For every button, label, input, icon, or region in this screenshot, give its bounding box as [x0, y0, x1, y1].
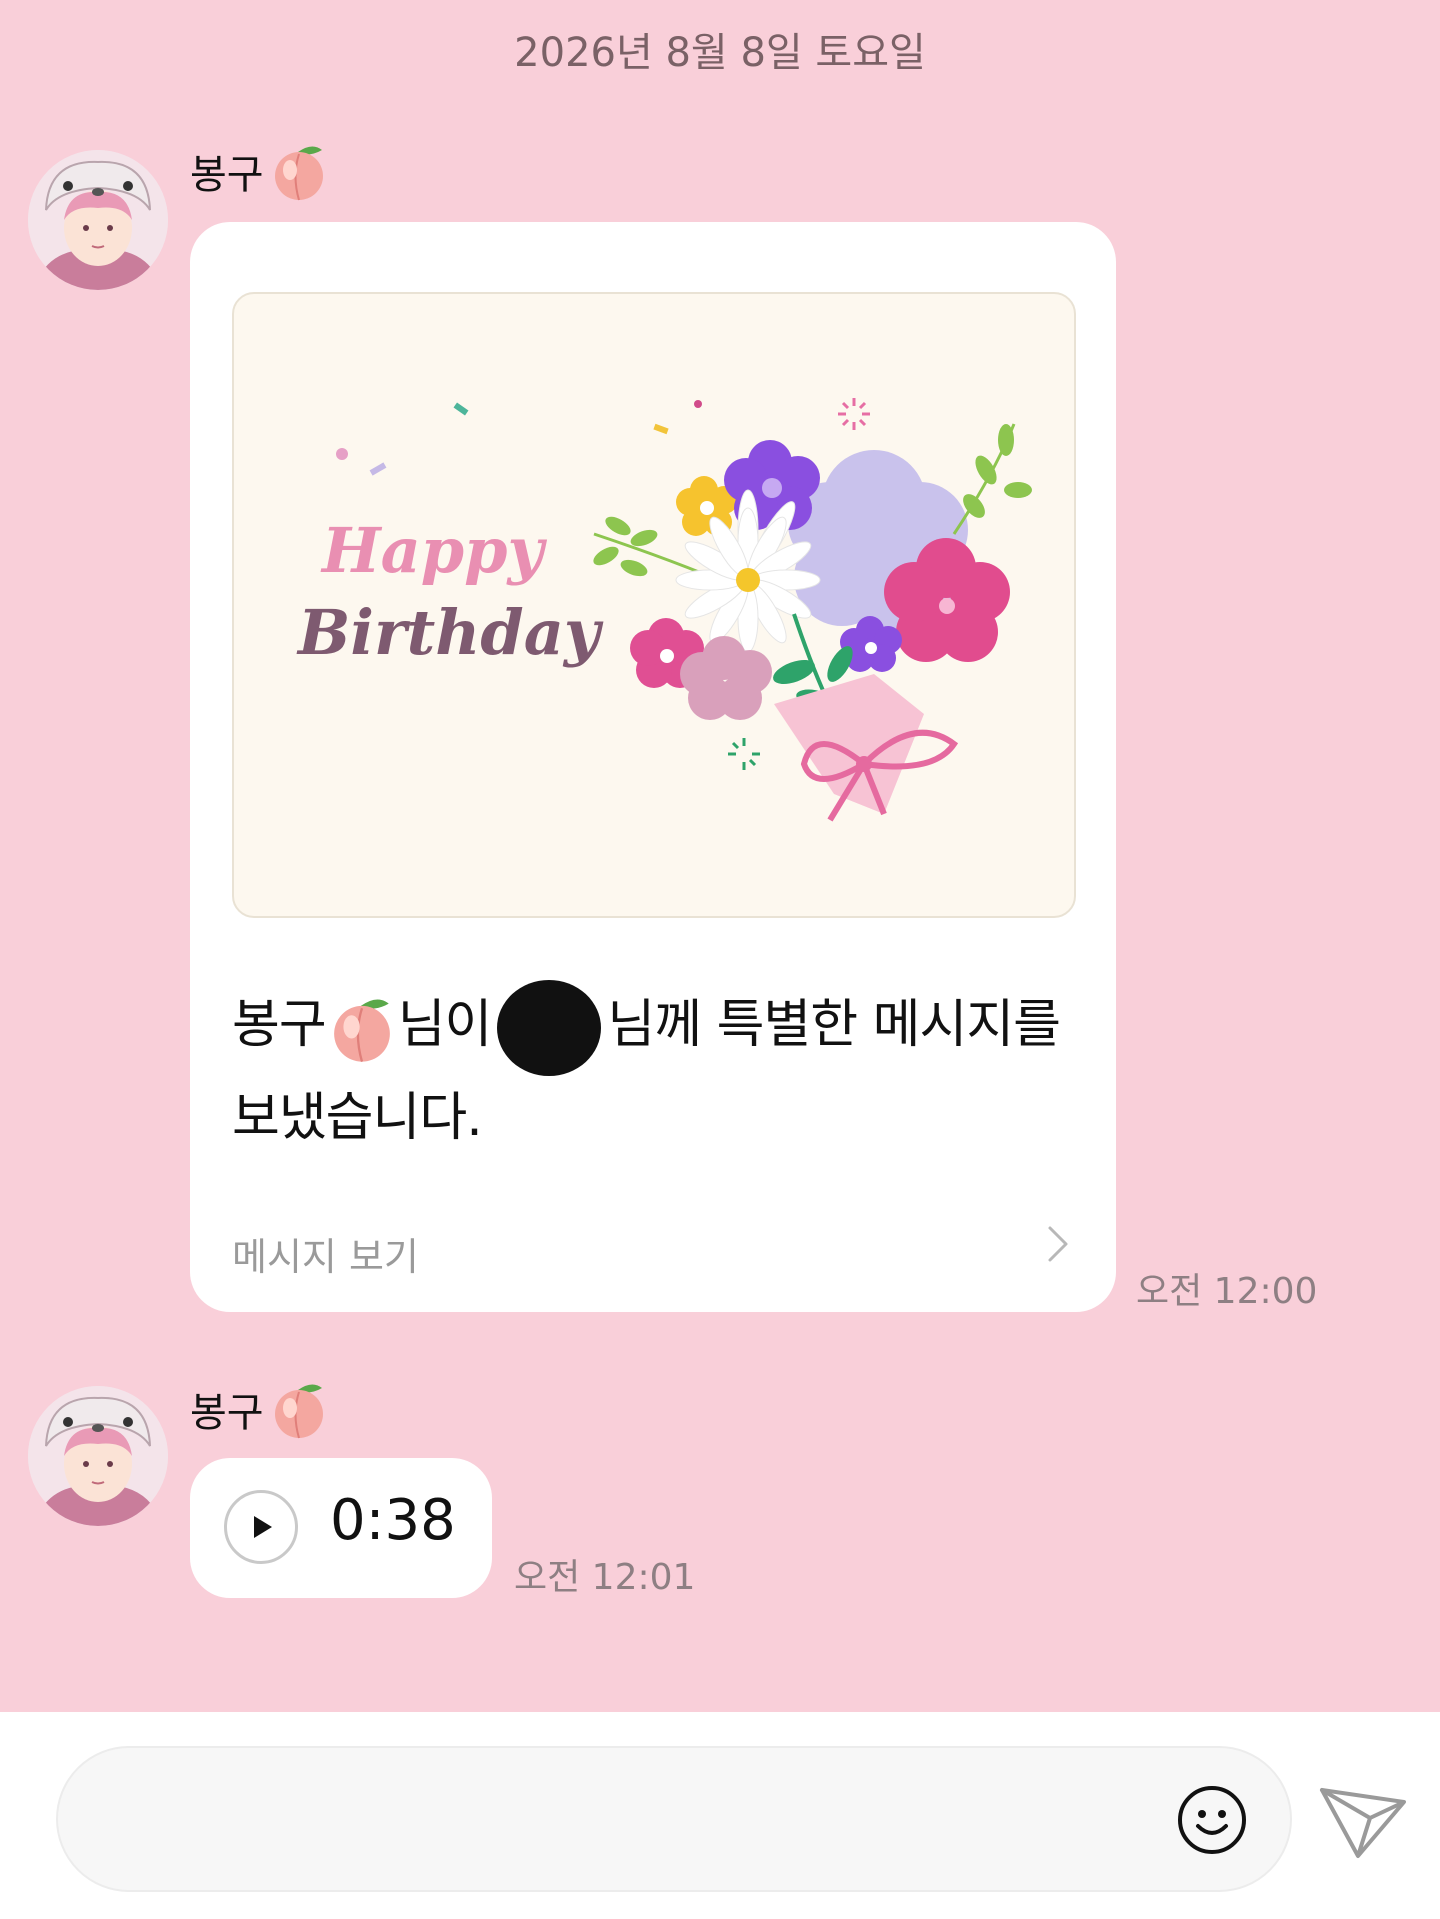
card-sender-name: 봉구 [232, 995, 327, 1055]
card-text-part2: 님이 [397, 995, 493, 1055]
happy-text: Happy [320, 514, 547, 587]
sender-name-text: 봉구 [190, 1390, 264, 1436]
birthday-text: Birthday [296, 596, 604, 669]
birthday-card-image: Happy Birthday [232, 292, 1076, 918]
message-time: 오전 12:01 [514, 1557, 696, 1598]
bouquet-illustration: Happy Birthday [296, 398, 1032, 822]
send-icon[interactable] [1318, 1782, 1408, 1862]
birthday-card-bubble[interactable]: Happy Birthday 봉구 님이 님께 특별한 메시지를 보냈습니다. … [190, 222, 1116, 1312]
sender-name-text: 봉구 [190, 152, 264, 198]
peach-icon [333, 999, 390, 1063]
peach-icon [274, 1384, 323, 1439]
message-composer [0, 1712, 1440, 1919]
view-message-link[interactable]: 메시지 보기 [232, 1226, 419, 1281]
peach-icon [274, 146, 323, 201]
sender-name: 봉구 [190, 140, 330, 202]
voice-message-bubble[interactable]: 0:38 [190, 1458, 492, 1598]
sender-avatar[interactable] [28, 150, 168, 290]
play-icon [254, 1516, 272, 1538]
chevron-right-icon[interactable] [1038, 1222, 1078, 1266]
avatar-image [28, 1386, 168, 1526]
card-message-text: 봉구 님이 님께 특별한 메시지를 보냈습니다. [232, 980, 1082, 1160]
voice-duration: 0:38 [330, 1488, 456, 1553]
play-button[interactable] [224, 1490, 298, 1564]
avatar-image [28, 150, 168, 290]
redacted-name [497, 980, 602, 1076]
message-time: 오전 12:00 [1136, 1271, 1318, 1312]
sender-avatar[interactable] [28, 1386, 168, 1526]
emoji-icon[interactable] [1176, 1784, 1248, 1856]
message-input[interactable] [56, 1746, 1292, 1892]
date-separator: 2026년 8월 8일 토요일 [514, 30, 926, 76]
sender-name: 봉구 [190, 1378, 330, 1440]
